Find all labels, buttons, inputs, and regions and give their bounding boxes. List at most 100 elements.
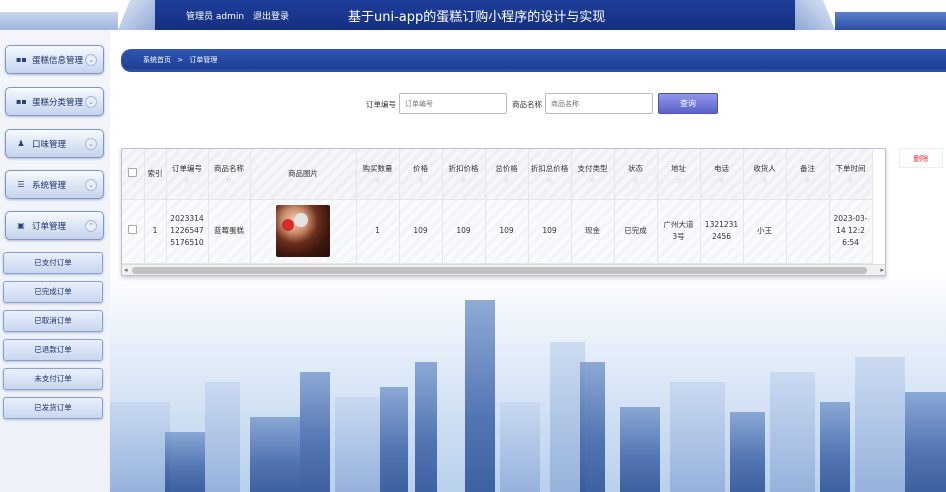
table-header-row: 索引 订单编号 ◇ 商品名称 ◇ 商品图片 购买数量 ◇ 价格 ◇ 折扣价格 ◇ 总价格 ◇…	[122, 149, 873, 200]
admin-label: 管理员 admin	[186, 12, 245, 22]
order-table: 索引 订单编号 ◇ 商品名称 ◇ 商品图片 购买数量 ◇ 价格 ◇ 折扣价格 ◇ 总价格 ◇…	[122, 149, 873, 264]
cake-product-image	[276, 205, 330, 257]
chevron-down-icon: ⌄	[85, 178, 97, 191]
top-header: 管理员 admin 退出登录 基于uni-app的蛋糕订购小程序的设计与实现	[0, 0, 946, 30]
horizontal-scrollbar[interactable]: ◂ ▸	[122, 264, 885, 275]
cell-quantity: 1	[356, 199, 400, 264]
submenu-completed-orders[interactable]: 已完成订单	[3, 281, 103, 303]
col-header[interactable]: 收货人 ◇	[743, 149, 787, 200]
menu-label: 蛋糕分类管理	[32, 97, 84, 108]
order-no-label: 订单编号	[366, 100, 396, 109]
chevron-down-icon: ⌄	[85, 53, 97, 66]
breadcrumb-separator: >	[177, 56, 184, 64]
sort-icon: ◇	[848, 177, 853, 185]
sliders-icon: ☰	[17, 180, 25, 189]
submenu-cancelled-orders[interactable]: 已取消订单	[3, 310, 103, 332]
submenu-unpaid-orders[interactable]: 未支付订单	[3, 368, 103, 390]
cell-discount-price: 109	[442, 199, 486, 264]
grid-icon: ▪▪	[16, 97, 27, 106]
col-header[interactable]: 地址 ◇	[657, 149, 701, 200]
select-all-cell	[122, 149, 145, 200]
menu-label: 口味管理	[32, 139, 67, 150]
header-wing-left	[118, 0, 158, 30]
submenu-refunded-orders[interactable]: 已退款订单	[3, 339, 103, 361]
cell-pay-type: 现金	[571, 199, 615, 264]
col-header[interactable]: 订单编号 ◇	[166, 149, 209, 200]
admin-info: 管理员 admin 退出登录	[186, 9, 295, 22]
sort-icon: ◇	[375, 177, 380, 185]
sort-icon: ◇	[805, 177, 810, 185]
col-header[interactable]: 价格 ◇	[399, 149, 443, 200]
delete-button[interactable]: 删除	[899, 148, 943, 168]
col-header[interactable]: 购买数量 ◇	[356, 149, 400, 200]
sort-icon: ◇	[504, 177, 509, 185]
menu-flavor[interactable]: ♟ 口味管理 ⌄	[5, 129, 104, 158]
product-name-label: 商品名称	[512, 100, 542, 109]
menu-cake-category[interactable]: ▪▪ 蛋糕分类管理 ⌄	[5, 87, 104, 116]
sort-icon: ◇	[461, 177, 466, 185]
menu-label: 系统管理	[32, 180, 67, 191]
sort-icon: ◇	[719, 177, 724, 185]
chevron-up-icon: ⌃	[85, 219, 97, 232]
row-select-cell	[122, 199, 145, 264]
col-header[interactable]: 商品图片	[250, 149, 357, 200]
col-header[interactable]: 折扣价格 ◇	[442, 149, 486, 200]
cell-price: 109	[399, 199, 443, 264]
breadcrumb: 系统首页 > 订单管理	[121, 49, 946, 72]
col-header[interactable]: 总价格 ◇	[485, 149, 529, 200]
cell-total-price: 109	[485, 199, 529, 264]
row-checkbox[interactable]	[128, 224, 138, 234]
sidebar: ▪▪ 蛋糕信息管理 ⌄ ▪▪ 蛋糕分类管理 ⌄ ♟ 口味管理 ⌄ ☰ 系统管理 …	[0, 30, 110, 492]
cell-index: 1	[144, 199, 167, 264]
table-row: 1 202331412265475176510 蓝莓蛋糕 1 109 109 1…	[122, 199, 873, 264]
grid-icon: ▪▪	[16, 55, 27, 64]
sort-icon: ◇	[547, 177, 552, 185]
order-no-input[interactable]	[399, 93, 507, 114]
user-icon: ♟	[17, 139, 25, 148]
menu-order[interactable]: ▣ 订单管理 ⌃	[5, 211, 104, 240]
cell-phone: 13212312456	[700, 199, 744, 264]
sort-icon: ◇	[418, 177, 423, 185]
col-header[interactable]: 下单时间 ◇	[829, 149, 873, 200]
scrollbar-thumb[interactable]	[132, 267, 867, 274]
col-header[interactable]: 折扣总价格 ◇	[528, 149, 572, 200]
logout-link[interactable]: 退出登录	[253, 12, 289, 22]
cell-product-name: 蓝莓蛋糕	[208, 199, 251, 264]
sort-icon: ◇	[762, 177, 767, 185]
scroll-right-arrow-icon[interactable]: ▸	[880, 266, 884, 274]
product-name-input[interactable]	[545, 93, 653, 114]
header-decoration-right	[835, 12, 946, 30]
chevron-down-icon: ⌄	[85, 95, 97, 108]
header-decoration-left	[0, 12, 118, 30]
menu-cake-info[interactable]: ▪▪ 蛋糕信息管理 ⌄	[5, 45, 104, 74]
submenu-shipped-orders[interactable]: 已发货订单	[3, 397, 103, 419]
sort-icon: ◇	[676, 177, 681, 185]
city-skyline-background	[110, 300, 946, 492]
col-header[interactable]: 状态 ◇	[614, 149, 658, 200]
col-header[interactable]: 商品名称 ◇	[208, 149, 251, 200]
col-header[interactable]: 电话 ◇	[700, 149, 744, 200]
col-header[interactable]: 支付类型 ◇	[571, 149, 615, 200]
cell-order-no: 202331412265475176510	[166, 199, 209, 264]
menu-label: 订单管理	[32, 221, 67, 232]
breadcrumb-home[interactable]: 系统首页	[143, 56, 171, 64]
select-all-checkbox[interactable]	[128, 168, 138, 178]
search-button[interactable]: 查询	[658, 93, 718, 114]
cell-address: 广州大道3号	[657, 199, 701, 264]
submenu-paid-orders[interactable]: 已支付订单	[3, 252, 103, 274]
sort-icon: ◇	[184, 177, 190, 185]
cell-product-image	[250, 199, 357, 264]
menu-label: 蛋糕信息管理	[32, 55, 84, 66]
col-header[interactable]: 备注 ◇	[786, 149, 830, 200]
clipboard-icon: ▣	[17, 221, 25, 230]
cell-status: 已完成	[614, 199, 658, 264]
menu-system[interactable]: ☰ 系统管理 ⌄	[5, 170, 104, 199]
sort-icon: ◇	[633, 177, 638, 185]
header-wing-right	[795, 0, 835, 30]
scroll-left-arrow-icon[interactable]: ◂	[124, 266, 128, 274]
col-header[interactable]: 索引	[144, 149, 167, 200]
sort-icon: ◇	[590, 177, 595, 185]
chevron-down-icon: ⌄	[85, 137, 97, 150]
cell-order-time: 2023-03-14 12:26:54	[829, 199, 873, 264]
cell-remark	[786, 199, 830, 264]
